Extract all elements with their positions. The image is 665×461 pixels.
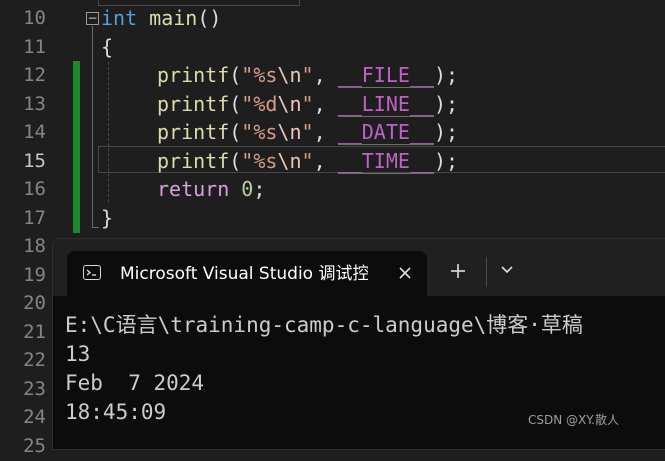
punctuation: , — [313, 92, 338, 116]
console-tab-bar: Microsoft Visual Studio 调试控制台 — [53, 239, 665, 296]
string-literal: " — [301, 92, 314, 116]
close-brace: } — [101, 206, 114, 230]
line-number: 12 — [23, 64, 46, 86]
punctuation: , — [313, 63, 338, 87]
open-brace: { — [101, 35, 114, 59]
line-number: 19 — [23, 264, 46, 286]
string-literal: " — [301, 149, 314, 173]
plus-icon[interactable] — [448, 261, 468, 281]
function-name: printf — [157, 92, 230, 116]
punctuation: , — [313, 120, 338, 144]
code-line-17[interactable]: } — [101, 204, 113, 233]
indent-guide — [108, 62, 109, 202]
tab-separator — [486, 257, 487, 287]
watermark: CSDN @XY.散人 — [528, 413, 619, 427]
fold-collapse-icon[interactable]: − — [86, 12, 99, 25]
code-line-15[interactable]: printf("%s\n", __TIME__); — [157, 147, 458, 176]
string-literal: "%d — [241, 92, 278, 116]
string-literal: "%s — [241, 120, 278, 144]
punctuation: , — [313, 149, 338, 173]
code-line-16[interactable]: return 0; — [157, 175, 265, 204]
console-output-line: 18:45:09 — [65, 400, 167, 424]
line-number: 11 — [23, 36, 46, 58]
string-literal: " — [301, 63, 314, 87]
code-line-13[interactable]: printf("%d\n", __LINE__); — [157, 90, 458, 119]
escape-sequence: \n — [277, 149, 302, 173]
keyword: int — [101, 6, 138, 30]
punctuation: ; — [253, 177, 266, 201]
line-number: 13 — [23, 93, 46, 115]
string-literal: " — [301, 120, 314, 144]
punctuation: ( — [229, 149, 242, 173]
line-number: 23 — [23, 378, 46, 400]
code-line-12[interactable]: printf("%s\n", __FILE__); — [157, 61, 458, 90]
fold-guide-line — [92, 26, 93, 228]
line-number: 25 — [23, 435, 46, 457]
close-icon[interactable] — [397, 265, 413, 281]
line-number: 18 — [23, 235, 46, 257]
macro-name: __FILE__ — [337, 63, 434, 88]
line-number: 16 — [23, 178, 46, 200]
function-name: printf — [157, 63, 230, 87]
line-number: 10 — [23, 7, 46, 29]
console-output-line: E:\C语言\training-camp-c-language\博客·草稿 — [65, 313, 583, 337]
string-literal: "%s — [241, 149, 278, 173]
punctuation: ( — [229, 63, 242, 87]
code-line-14[interactable]: printf("%s\n", __DATE__); — [157, 118, 458, 147]
number-literal: 0 — [241, 177, 254, 201]
string-literal: "%s — [241, 63, 278, 87]
chevron-down-icon[interactable] — [499, 263, 515, 277]
punctuation: ); — [433, 149, 459, 173]
fold-guide-end — [92, 227, 99, 228]
line-number-active: 15 — [23, 150, 46, 172]
punctuation: ); — [433, 92, 459, 116]
tab-title: Microsoft Visual Studio 调试控制台 — [120, 264, 368, 284]
keyword: return — [157, 177, 230, 201]
punctuation: () — [197, 6, 222, 30]
line-number: 21 — [23, 321, 46, 343]
console-output-line: Feb 7 2024 — [65, 371, 205, 395]
escape-sequence: \n — [277, 92, 302, 116]
code-line-11[interactable]: { — [101, 33, 113, 62]
line-number: 14 — [23, 121, 46, 143]
line-number: 17 — [23, 207, 46, 229]
punctuation: ( — [229, 120, 242, 144]
terminal-icon — [83, 265, 101, 280]
macro-name: __LINE__ — [337, 92, 434, 117]
function-name: printf — [157, 149, 230, 173]
escape-sequence: \n — [277, 120, 302, 144]
code-line-10[interactable]: int main() — [101, 4, 221, 33]
punctuation: ); — [433, 63, 459, 87]
escape-sequence: \n — [277, 63, 302, 87]
change-indicator-bar — [73, 61, 80, 233]
function-name: printf — [157, 120, 230, 144]
line-number: 20 — [23, 292, 46, 314]
macro-name: __DATE__ — [337, 120, 434, 145]
line-number: 24 — [23, 406, 46, 428]
macro-name: __TIME__ — [337, 149, 434, 174]
function-name: main — [149, 6, 198, 30]
console-tab[interactable]: Microsoft Visual Studio 调试控制台 — [67, 251, 427, 296]
punctuation: ( — [229, 92, 242, 116]
punctuation: ); — [433, 120, 459, 144]
console-output-line: 13 — [65, 342, 91, 366]
line-number: 22 — [23, 349, 46, 371]
